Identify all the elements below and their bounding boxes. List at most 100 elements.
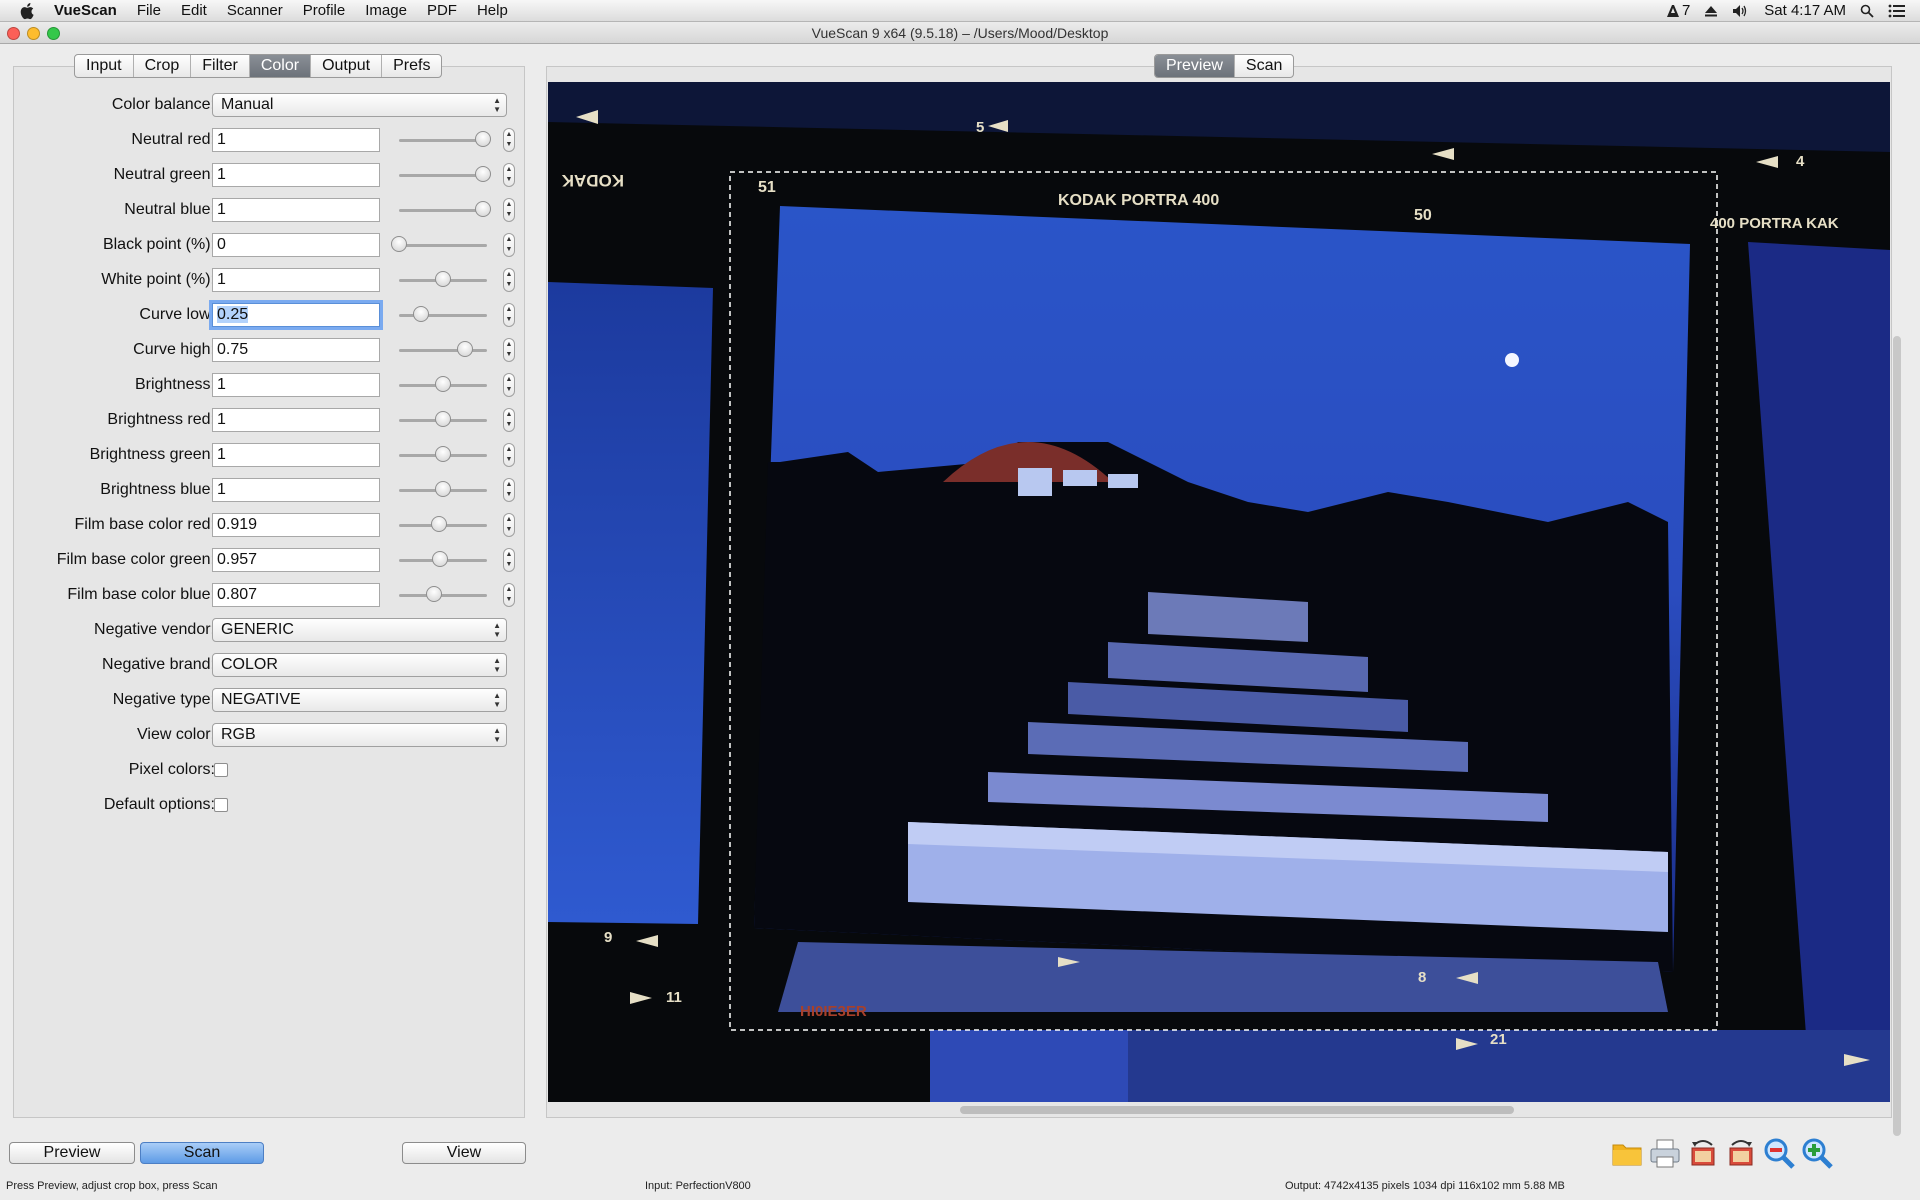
- neutral-blue-stepper[interactable]: ▲ ▼: [503, 198, 515, 222]
- pixel-colors-row: Pixel colors:: [13, 757, 525, 785]
- white-point-pct-slider[interactable]: [387, 271, 499, 287]
- default-options-label: Default options:: [103, 796, 215, 813]
- film-base-color-green-stepper[interactable]: ▲ ▼: [503, 548, 515, 572]
- color-balance-value: Manual: [221, 96, 274, 113]
- curve-high-slider[interactable]: [387, 341, 499, 357]
- film-base-color-green-field[interactable]: 0.957: [212, 548, 380, 572]
- white-point-pct-field[interactable]: 1: [212, 268, 380, 292]
- curve-high-field[interactable]: 0.75: [212, 338, 380, 362]
- spotlight-icon[interactable]: [1860, 4, 1874, 18]
- negative-type-value: NEGATIVE: [221, 691, 301, 708]
- film-base-color-green-slider[interactable]: [387, 551, 499, 567]
- scan-button[interactable]: Scan: [140, 1142, 264, 1164]
- slider-knob[interactable]: [426, 586, 443, 602]
- film-base-color-red-field[interactable]: 0.919: [212, 513, 380, 537]
- film-base-color-red-slider[interactable]: [387, 516, 499, 532]
- tab-crop[interactable]: Crop: [134, 55, 192, 77]
- slider-knob[interactable]: [435, 481, 451, 497]
- neutral-green-field[interactable]: 1: [212, 163, 380, 187]
- notification-center-icon[interactable]: [1888, 4, 1906, 18]
- neutral-green-slider[interactable]: [387, 166, 499, 182]
- neutral-red-slider[interactable]: [387, 131, 499, 147]
- brightness-blue-stepper[interactable]: ▲ ▼: [503, 478, 515, 502]
- tab-preview[interactable]: Preview: [1155, 55, 1235, 77]
- slider-knob[interactable]: [435, 446, 451, 462]
- black-point-pct-slider[interactable]: [387, 236, 499, 252]
- vertical-scrollbar[interactable]: [1893, 336, 1901, 1136]
- view-button[interactable]: View: [402, 1142, 526, 1164]
- horizontal-scrollbar[interactable]: [960, 1106, 1514, 1114]
- neutral-red-field[interactable]: 1: [212, 128, 380, 152]
- brightness-blue-slider[interactable]: [387, 481, 499, 497]
- neutral-red-value: 1: [217, 131, 226, 148]
- tab-color[interactable]: Color: [249, 55, 312, 77]
- slider-knob[interactable]: [474, 201, 491, 217]
- default-options-checkbox[interactable]: [214, 798, 228, 812]
- slider-knob[interactable]: [435, 376, 451, 392]
- slider-knob[interactable]: [430, 516, 447, 532]
- neutral-blue-slider[interactable]: [387, 201, 499, 217]
- preview-image[interactable]: KODAK 51 KODAK PORTRA 400 50 400 PORTRA …: [548, 82, 1890, 1102]
- slider-knob[interactable]: [474, 166, 491, 182]
- curve-low-slider[interactable]: [387, 306, 499, 322]
- curve-high-stepper[interactable]: ▲ ▼: [503, 338, 515, 362]
- black-point-pct-stepper[interactable]: ▲ ▼: [503, 233, 515, 257]
- slider-knob[interactable]: [474, 131, 491, 147]
- brightness-red-label: Brightness red:: [107, 411, 215, 428]
- curve-low-label: Curve low:: [139, 306, 215, 323]
- negative-vendor-select[interactable]: GENERIC ▲ ▼: [212, 618, 507, 642]
- brightness-field[interactable]: 1: [212, 373, 380, 397]
- film-base-color-blue-stepper[interactable]: ▲ ▼: [503, 583, 515, 607]
- brightness-green-stepper[interactable]: ▲ ▼: [503, 443, 515, 467]
- brightness-red-slider[interactable]: [387, 411, 499, 427]
- slider-knob[interactable]: [391, 236, 407, 252]
- slider-knob[interactable]: [457, 341, 473, 357]
- brightness-slider[interactable]: [387, 376, 499, 392]
- preview-button[interactable]: Preview: [9, 1142, 135, 1164]
- white-point-pct-stepper[interactable]: ▲ ▼: [503, 268, 515, 292]
- brightness-blue-field[interactable]: 1: [212, 478, 380, 502]
- negative-brand-select[interactable]: COLOR ▲ ▼: [212, 653, 507, 677]
- rotate-right-icon[interactable]: [1724, 1136, 1758, 1170]
- negative-type-select[interactable]: NEGATIVE ▲ ▼: [212, 688, 507, 712]
- curve-low-stepper[interactable]: ▲ ▼: [503, 303, 515, 327]
- zoom-out-icon[interactable]: [1762, 1136, 1796, 1170]
- slider-knob[interactable]: [435, 411, 451, 427]
- film-base-color-blue-slider[interactable]: [387, 586, 499, 602]
- negative-brand-value: COLOR: [221, 656, 278, 673]
- folder-icon[interactable]: [1610, 1136, 1644, 1170]
- clock[interactable]: Sat 4:17 AM: [1764, 2, 1846, 19]
- tab-scan[interactable]: Scan: [1235, 55, 1293, 77]
- brightness-red-field[interactable]: 1: [212, 408, 380, 432]
- volume-icon[interactable]: [1732, 4, 1750, 18]
- film-base-color-green-row: Film base color green: 0.957 ▲ ▼: [13, 547, 525, 575]
- pixel-colors-checkbox[interactable]: [214, 763, 228, 777]
- tab-prefs[interactable]: Prefs: [382, 55, 441, 77]
- rotate-left-icon[interactable]: [1686, 1136, 1720, 1170]
- neutral-blue-field[interactable]: 1: [212, 198, 380, 222]
- zoom-in-icon[interactable]: [1800, 1136, 1834, 1170]
- tab-output[interactable]: Output: [311, 55, 383, 77]
- color-balance-select[interactable]: Manual ▲ ▼: [212, 93, 507, 117]
- curve-high-row: Curve high: 0.75 ▲ ▼: [13, 337, 525, 365]
- neutral-green-stepper[interactable]: ▲ ▼: [503, 163, 515, 187]
- slider-knob[interactable]: [413, 306, 429, 322]
- film-base-color-blue-field[interactable]: 0.807: [212, 583, 380, 607]
- brightness-green-field[interactable]: 1: [212, 443, 380, 467]
- brightness-stepper[interactable]: ▲ ▼: [503, 373, 515, 397]
- status-output: Output: 4742x4135 pixels 1034 dpi 116x10…: [1285, 1180, 1565, 1192]
- neutral-red-stepper[interactable]: ▲ ▼: [503, 128, 515, 152]
- brightness-green-slider[interactable]: [387, 446, 499, 462]
- tab-filter[interactable]: Filter: [191, 55, 250, 77]
- brightness-red-stepper[interactable]: ▲ ▼: [503, 408, 515, 432]
- film-base-color-red-stepper[interactable]: ▲ ▼: [503, 513, 515, 537]
- tab-input[interactable]: Input: [75, 55, 134, 77]
- slider-knob[interactable]: [432, 551, 449, 567]
- print-icon[interactable]: [1648, 1136, 1682, 1170]
- curve-low-field[interactable]: 0.25: [209, 300, 383, 330]
- slider-knob[interactable]: [435, 271, 451, 287]
- view-color-select[interactable]: RGB ▲ ▼: [212, 723, 507, 747]
- adobe-status-item[interactable]: 7: [1666, 2, 1690, 19]
- eject-icon[interactable]: [1704, 4, 1718, 18]
- black-point-pct-field[interactable]: 0: [212, 233, 380, 257]
